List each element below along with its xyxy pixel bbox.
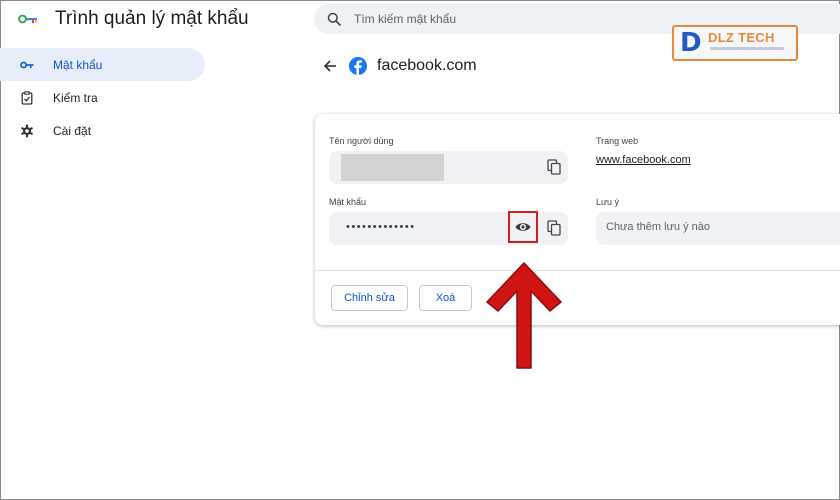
sidebar-item-label: Mật khẩu: [53, 57, 103, 72]
credential-card: Tên người dùng Mật khẩu Trang web www.fa…: [315, 114, 840, 325]
note-field[interactable]: [596, 212, 840, 245]
sidebar-item-label: Cài đặt: [53, 123, 92, 138]
watermark-tagline: [710, 47, 784, 50]
card-divider: [315, 270, 840, 271]
delete-button[interactable]: Xoá: [419, 285, 472, 311]
dlz-tech-watermark: D DLZ TECH: [672, 25, 798, 61]
app-title: Trình quản lý mật khẩu: [55, 8, 249, 29]
sidebar-item-settings[interactable]: Cài đặt: [0, 114, 205, 147]
search-input[interactable]: [354, 10, 674, 28]
website-link[interactable]: www.facebook.com: [596, 154, 691, 166]
watermark-logo-mark: D: [680, 28, 702, 58]
gear-icon: [21, 124, 33, 138]
key-icon: [20, 61, 34, 69]
sidebar-item-passwords[interactable]: Mật khẩu: [0, 48, 205, 81]
website-label: Trang web: [596, 136, 639, 146]
red-arrow-annotation: [486, 262, 562, 369]
sidebar-item-checkup[interactable]: Kiểm tra: [0, 81, 205, 114]
facebook-icon: [349, 57, 367, 75]
watermark-text: DLZ TECH: [708, 30, 775, 45]
clipboard-check-icon: [21, 91, 33, 105]
arrow-left-icon[interactable]: [322, 58, 338, 74]
note-label: Lưu ý: [596, 197, 620, 207]
password-label: Mật khẩu: [329, 197, 367, 207]
site-title: facebook.com: [377, 57, 477, 74]
username-field[interactable]: [329, 151, 568, 184]
copy-password-icon[interactable]: [547, 220, 561, 236]
copy-username-icon[interactable]: [547, 159, 561, 175]
eye-icon: [515, 223, 531, 231]
note-input[interactable]: [606, 221, 836, 233]
sidebar-item-label: Kiểm tra: [53, 90, 98, 105]
username-label: Tên người dùng: [329, 136, 394, 146]
password-value[interactable]: [346, 221, 496, 233]
show-password-button[interactable]: [508, 211, 538, 243]
edit-button[interactable]: Chỉnh sửa: [331, 285, 408, 311]
key-icon: [18, 14, 37, 24]
search-icon: [327, 12, 341, 26]
username-redacted: [341, 154, 444, 181]
